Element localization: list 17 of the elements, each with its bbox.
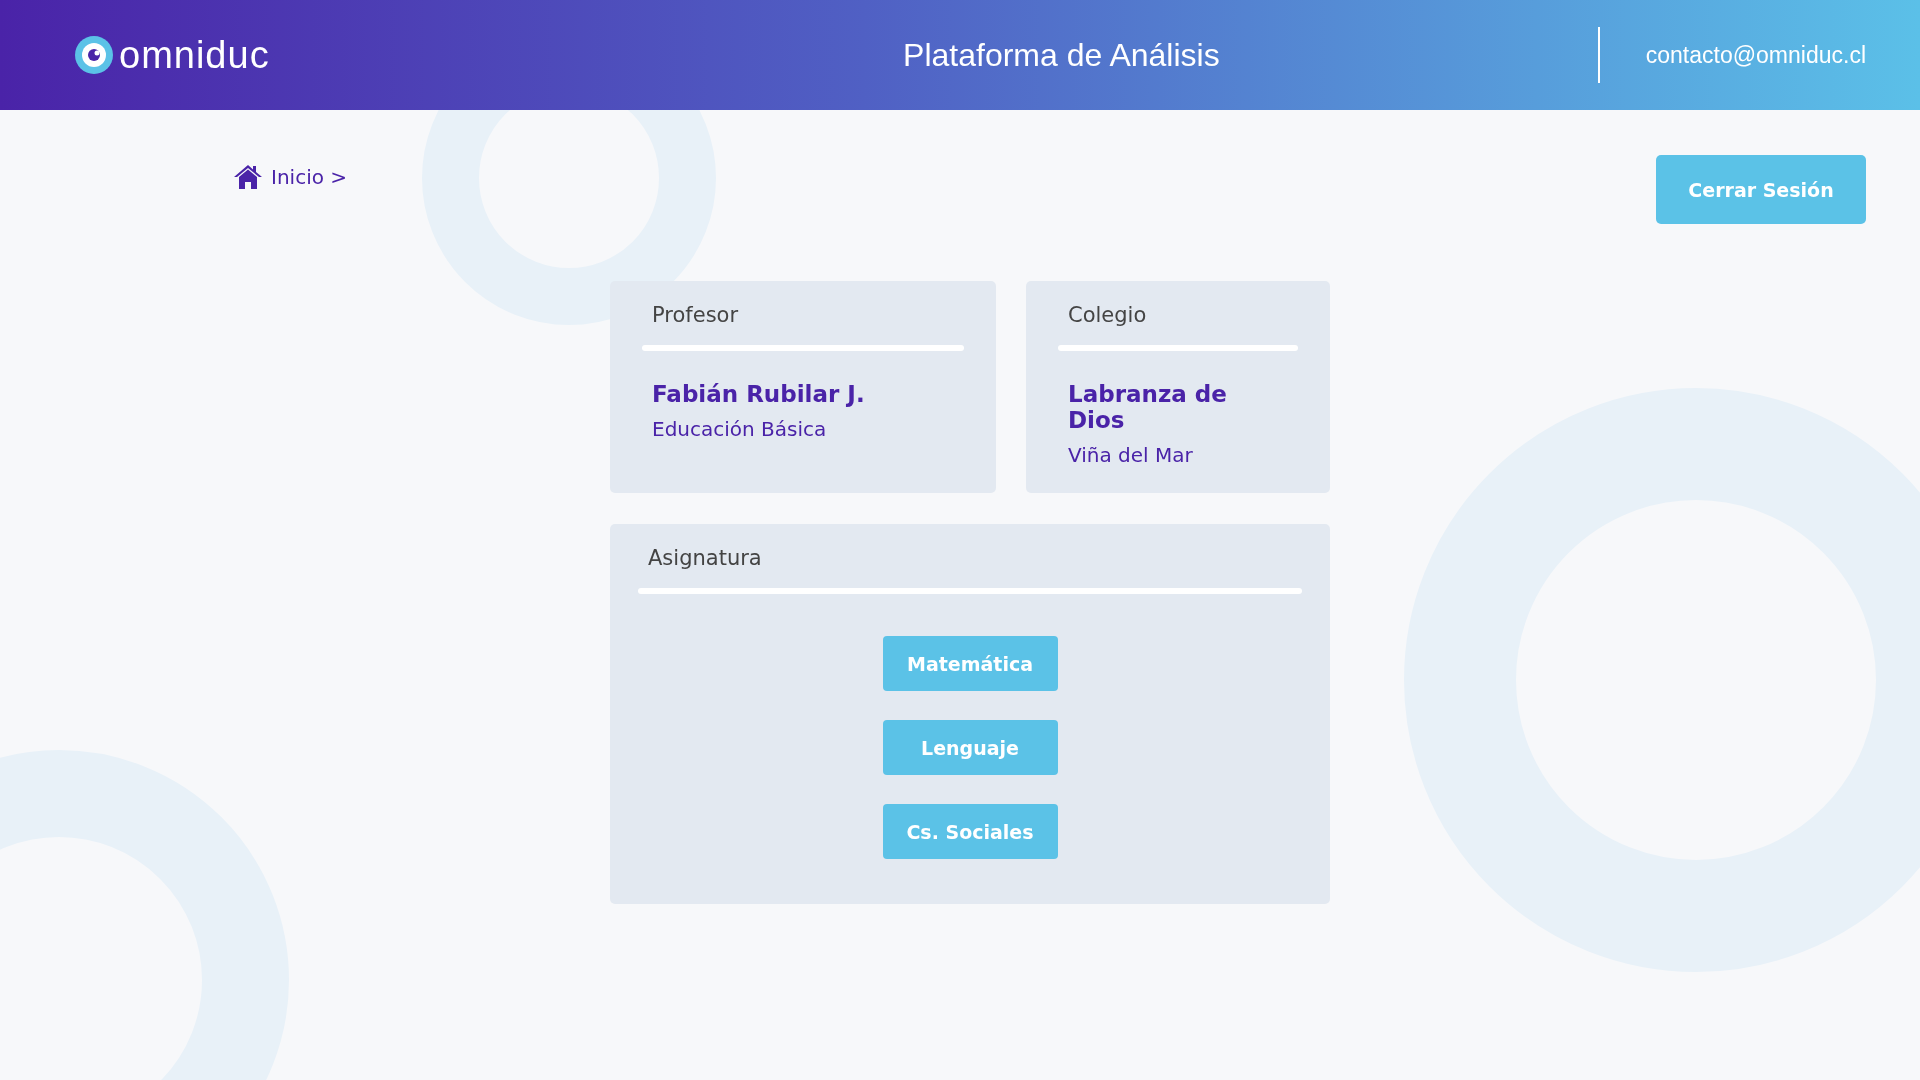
breadcrumb-link[interactable]: Inicio >: [271, 165, 348, 189]
subject-button[interactable]: Cs. Sociales: [882, 804, 1058, 859]
card-subtitle: Educación Básica: [651, 417, 828, 441]
logo-text: omniduc: [119, 33, 270, 77]
subject-button[interactable]: Lenguaje: [882, 720, 1058, 775]
contact-email: contacto@omniduc.cl: [1645, 41, 1866, 69]
card-heading: Profesor: [651, 303, 740, 327]
home-icon[interactable]: [233, 164, 263, 190]
card-heading: Colegio: [1067, 303, 1148, 327]
logout-button[interactable]: Cerrar Sesión: [1656, 155, 1866, 224]
page-title: Plataforma de Análisis: [902, 36, 1221, 74]
subject-button[interactable]: Matemática: [882, 636, 1058, 691]
card-value: Labranza de Dios: [1067, 381, 1228, 433]
card-value: Fabián Rubilar J.: [651, 381, 866, 407]
logo-icon: [75, 36, 113, 74]
card-heading: Asignatura: [647, 546, 763, 570]
card-subtitle: Viña del Mar: [1067, 443, 1194, 467]
